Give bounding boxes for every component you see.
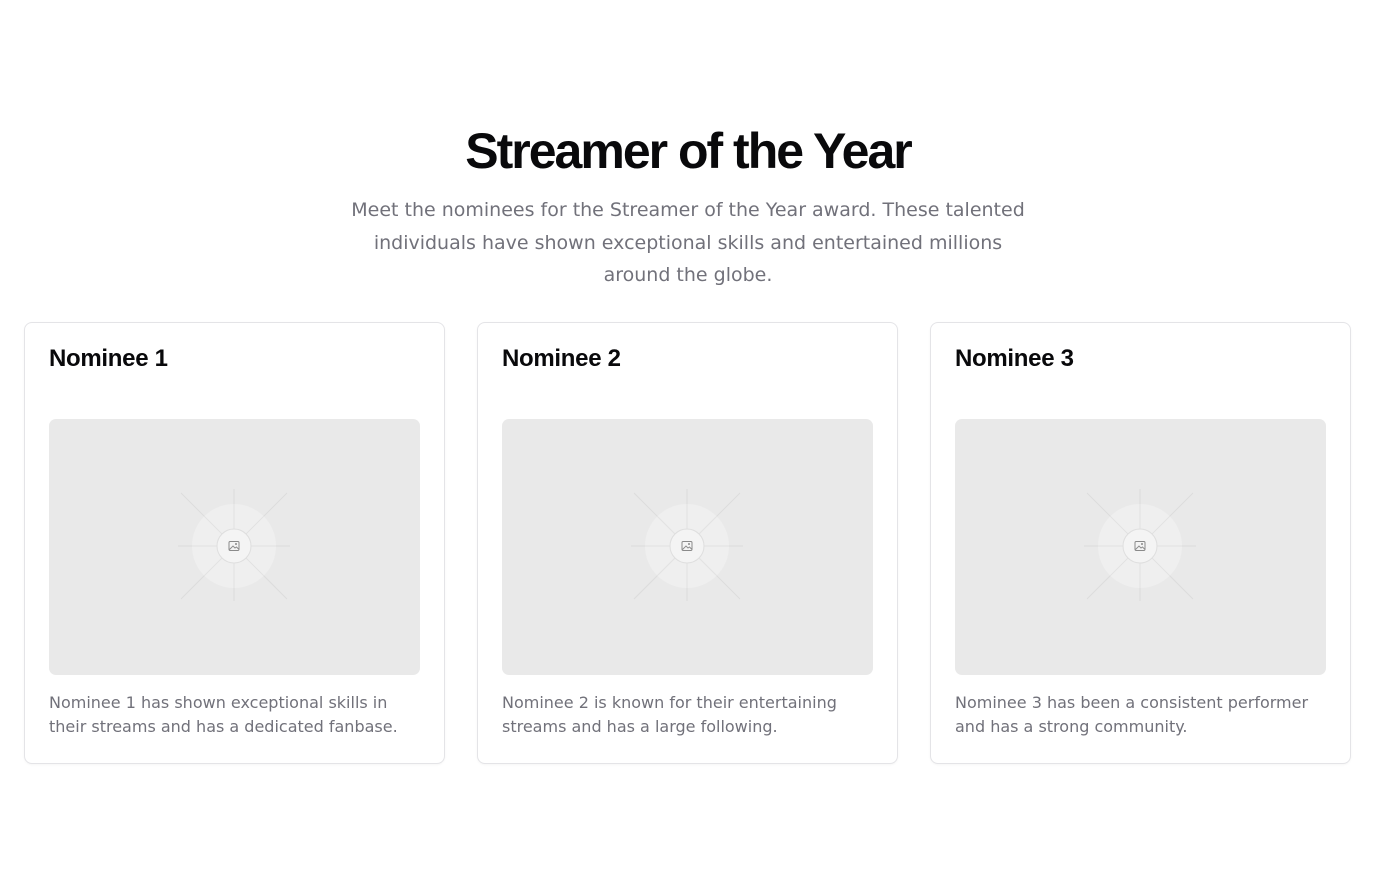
nominee-card-3: Nominee 3 Nominee 3 has been a consisten… [930,322,1351,764]
nominee-name: Nominee 1 [49,345,168,372]
image-placeholder-icon [1084,489,1196,601]
nominee-name: Nominee 2 [502,345,621,372]
nominee-description: Nominee 2 is known for their entertainin… [502,693,837,736]
nominee-image-placeholder [955,419,1326,675]
nominee-description: Nominee 3 has been a consistent performe… [955,693,1309,736]
streamer-of-the-year-section: Streamer of the Year Meet the nominees f… [0,0,1376,892]
nominee-card-2: Nominee 2 Nominee 2 is known for their e… [477,322,898,764]
nominee-description: Nominee 1 has shown exceptional skills i… [49,693,398,736]
nominee-cards: Nominee 1 Nominee 1 has shown exceptiona… [24,322,1352,764]
nominee-image-placeholder [502,419,873,675]
image-placeholder-icon [631,489,743,601]
page-subtitle: Meet the nominees for the Streamer of th… [351,199,1025,286]
nominee-card-1: Nominee 1 Nominee 1 has shown exceptiona… [24,322,445,764]
nominee-image-placeholder [49,419,420,675]
image-placeholder-icon [178,489,290,601]
section-header: Streamer of the Year Meet the nominees f… [0,122,1376,292]
nominee-name: Nominee 3 [955,345,1074,372]
page-title: Streamer of the Year [465,123,912,179]
